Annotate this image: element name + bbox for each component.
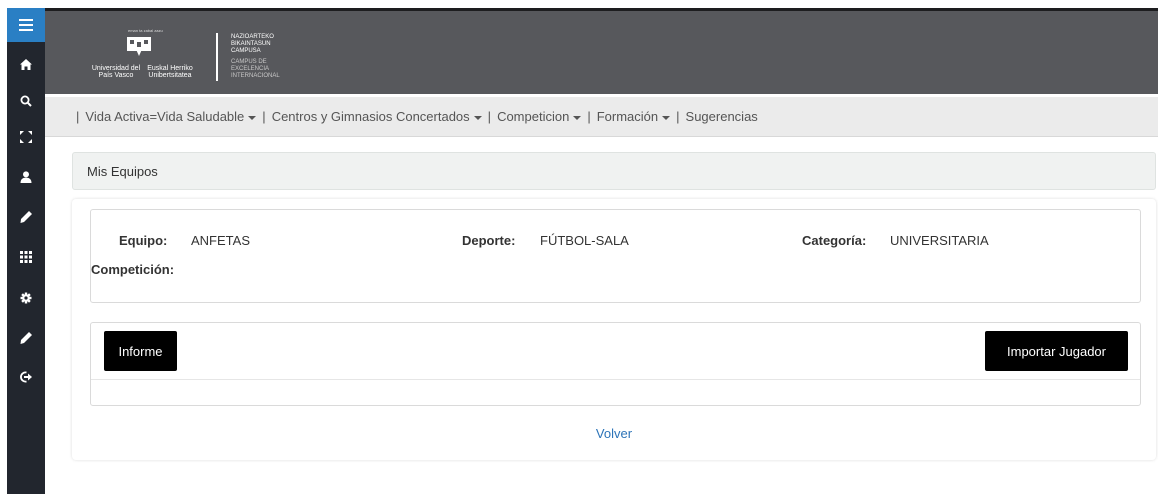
sidebar-item-search[interactable] (7, 89, 45, 113)
gear-icon (20, 292, 32, 304)
sidebar-item-fullscreen[interactable] (7, 125, 45, 149)
sidebar-item-edit-2[interactable] (7, 326, 45, 350)
sidebar-item-logout[interactable] (7, 365, 45, 389)
equipo-value: ANFETAS (191, 233, 250, 248)
logout-icon (20, 371, 32, 383)
informe-button[interactable]: Informe (104, 331, 177, 371)
nav-separator: | (76, 109, 80, 124)
caret-down-icon (248, 115, 257, 120)
actions-divider (91, 379, 1140, 380)
university-name-es: Universidad del País Vasco (91, 65, 141, 79)
nav-item-centros[interactable]: Centros y Gimnasios Concertados (272, 109, 482, 124)
sidebar-item-apps[interactable] (7, 245, 45, 269)
home-icon (20, 58, 32, 70)
search-icon (20, 95, 32, 107)
nav-separator: | (676, 109, 680, 124)
volver-link[interactable]: Volver (72, 426, 1156, 441)
sidebar-item-profile[interactable] (7, 165, 45, 189)
nav-item-label: Competicion (497, 109, 570, 124)
sidebar (7, 8, 45, 494)
nav-item-label: Formación (596, 109, 659, 124)
nav-item-vida-activa[interactable]: Vida Activa=Vida Saludable (85, 109, 257, 124)
logo-divider (216, 33, 218, 81)
sidebar-item-edit[interactable] (7, 205, 45, 229)
university-emblem-icon (127, 37, 151, 56)
team-info-card: Equipo: ANFETAS Deporte: FÚTBOL-SALA Cat… (90, 209, 1141, 303)
header-banner: eman ta zabal zazu Universidad del País … (45, 8, 1158, 94)
deporte-value: FÚTBOL-SALA (540, 233, 629, 248)
nav-separator: | (587, 109, 591, 124)
app-root: eman ta zabal zazu Universidad del País … (0, 0, 1158, 494)
equipo-label: Equipo: (119, 233, 168, 248)
nav-item-label: Vida Activa=Vida Saludable (85, 109, 245, 124)
section-heading: Mis Equipos (72, 152, 1156, 190)
sidebar-item-settings[interactable] (7, 286, 45, 310)
nav-item-label: Sugerencias (685, 109, 758, 124)
campus-name-es: CAMPUS DE EXCELENCIA INTERNACIONAL (231, 59, 280, 79)
caret-down-icon (573, 115, 582, 120)
user-icon (20, 171, 32, 183)
main-content: Equipo: ANFETAS Deporte: FÚTBOL-SALA Cat… (72, 199, 1156, 460)
sidebar-item-home[interactable] (7, 52, 45, 76)
categoria-value: UNIVERSITARIA (890, 233, 989, 248)
categoria-label: Categoría: (802, 233, 867, 248)
caret-down-icon (473, 115, 482, 120)
competicion-label: Competición: (91, 262, 175, 277)
campus-name-eu: NAZIOARTEKO BIKAINTASUN CAMPUSA (231, 34, 274, 54)
nav-separator: | (262, 109, 266, 124)
grid-icon (20, 251, 32, 263)
university-logo[interactable]: eman ta zabal zazu Universidad del País … (79, 25, 289, 87)
importar-jugador-button[interactable]: Importar Jugador (985, 331, 1128, 371)
pencil-icon (20, 332, 32, 344)
university-name-eu: Euskal Herriko Unibertsitatea (147, 65, 193, 79)
main-nav: | Vida Activa=Vida Saludable | Centros y… (45, 97, 1158, 137)
nav-item-label: Centros y Gimnasios Concertados (271, 109, 470, 124)
menu-toggle-button[interactable] (7, 8, 45, 42)
team-actions-card: Informe Importar Jugador (90, 322, 1141, 406)
nav-item-formacion[interactable]: Formación (596, 109, 671, 124)
hamburger-icon (19, 19, 33, 31)
expand-icon (20, 131, 32, 143)
nav-item-competicion[interactable]: Competicion (497, 109, 582, 124)
page-title: Mis Equipos (87, 163, 158, 179)
nav-item-sugerencias[interactable]: Sugerencias (686, 109, 758, 124)
caret-down-icon (662, 115, 671, 120)
nav-separator: | (487, 109, 492, 124)
deporte-label: Deporte: (462, 233, 516, 248)
pencil-icon (20, 211, 32, 223)
